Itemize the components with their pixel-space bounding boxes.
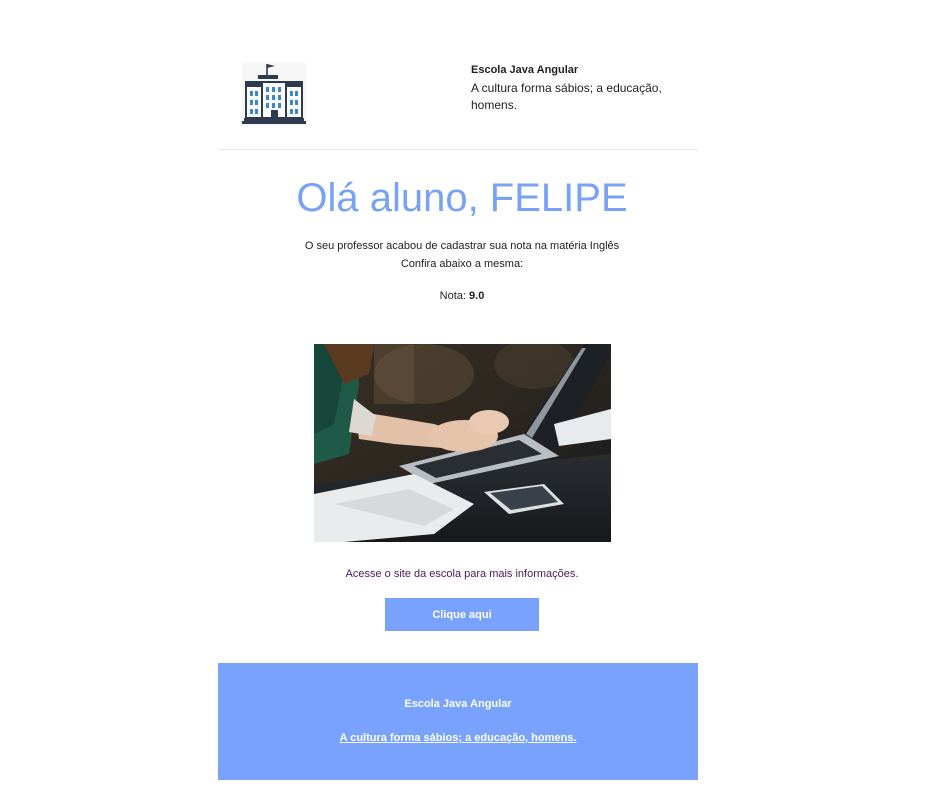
school-name: Escola Java Angular xyxy=(471,64,579,76)
school-motto: A cultura forma sábios; a educação, home… xyxy=(471,81,662,112)
site-info-link[interactable]: Acesse o site da escola para mais inform… xyxy=(218,568,706,580)
footer-motto-link[interactable]: A cultura forma sábios; a educação, home… xyxy=(218,732,698,744)
footer: Escola Java Angular A cultura forma sábi… xyxy=(218,663,698,780)
click-here-button[interactable]: Clique aqui xyxy=(385,598,539,631)
message-line-2: Confira abaixo a mesma: xyxy=(400,258,524,270)
message-line-1: O seu professor acabou de cadastrar sua … xyxy=(304,240,620,252)
grade-label: Nota: xyxy=(439,290,466,302)
greeting-heading: Olá aluno, FELIPE xyxy=(296,176,628,220)
grade-line: Nota: 9.0 xyxy=(218,290,706,302)
footer-school-name: Escola Java Angular xyxy=(404,698,512,710)
email-container: Escola Java Angular A cultura forma sábi… xyxy=(218,0,698,800)
grade-value: 9.0 xyxy=(469,290,485,302)
school-building-icon xyxy=(242,62,306,126)
header-divider xyxy=(218,149,698,150)
laptop-photo xyxy=(314,344,611,542)
